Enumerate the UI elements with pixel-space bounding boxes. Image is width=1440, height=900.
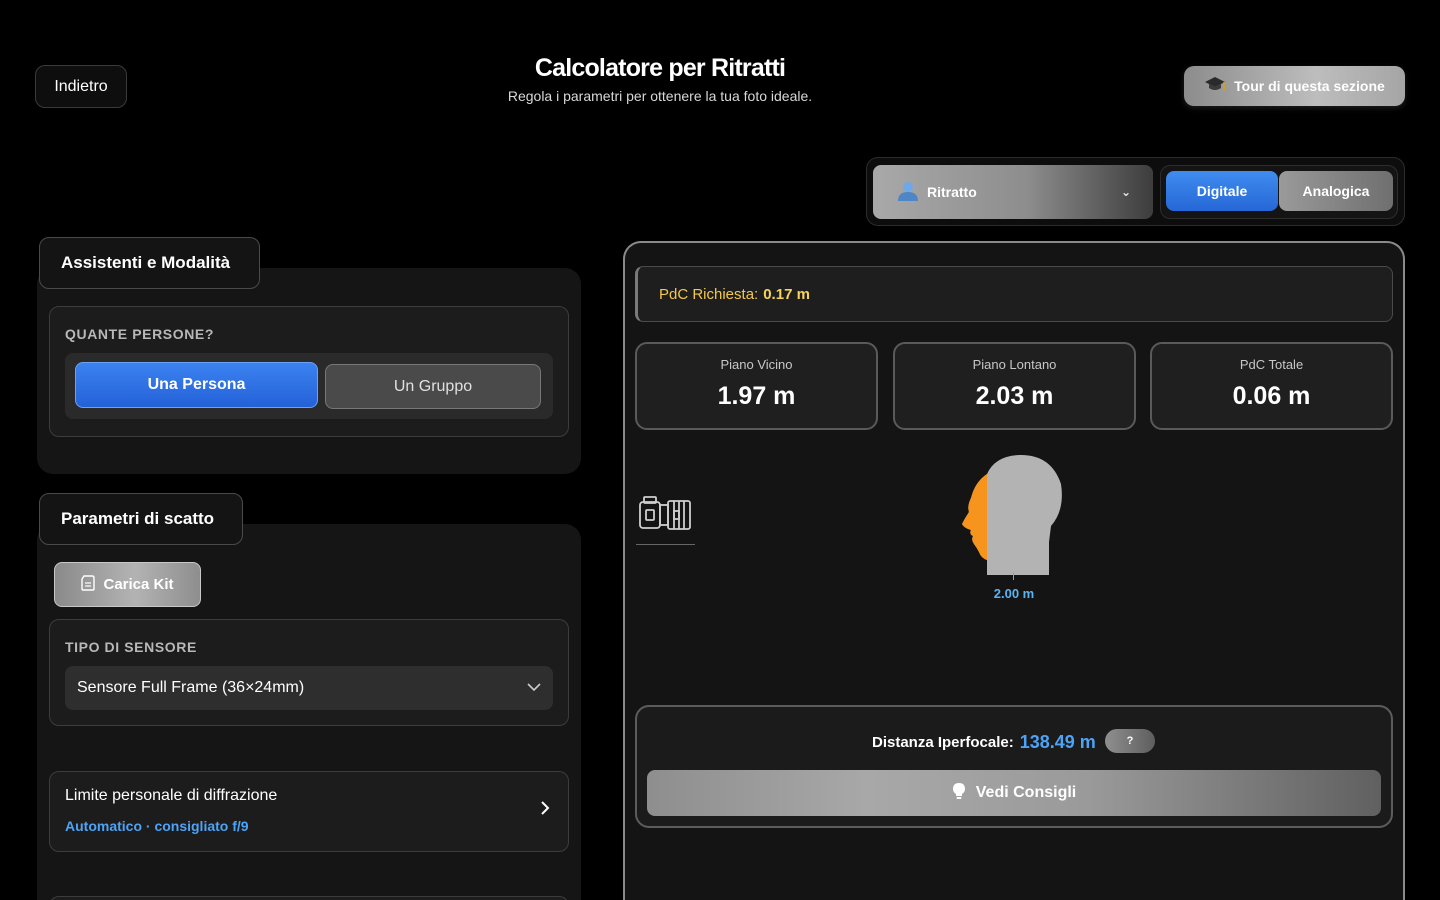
hyperfocal-row: Distanza Iperfocale: 138.49 m bbox=[872, 732, 1096, 753]
sensor-title: TIPO DI SENSORE bbox=[65, 639, 197, 655]
tour-button-label: Tour di questa sezione bbox=[1234, 78, 1385, 94]
near-plane-label: Piano Vicino bbox=[720, 357, 793, 372]
page-title: Calcolatore per Ritratti bbox=[534, 54, 786, 82]
load-kit-button[interactable]: Carica Kit bbox=[54, 562, 201, 607]
memory-card-icon bbox=[81, 574, 96, 595]
hyperfocal-help-button[interactable]: ? bbox=[1105, 729, 1155, 753]
diffraction-limit-row[interactable] bbox=[49, 771, 569, 852]
dof-required-banner: PdC Richiesta: 0.17 m bbox=[635, 266, 1393, 322]
option-group[interactable]: Un Gruppo bbox=[325, 364, 541, 409]
load-kit-label: Carica Kit bbox=[103, 576, 174, 593]
page-subtitle: Regola i parametri per ottenere la tua f… bbox=[507, 88, 813, 104]
mode-select-value: Ritratto bbox=[927, 184, 977, 200]
graduation-cap-icon bbox=[1204, 75, 1226, 98]
total-dof-card: PdC Totale 0.06 m bbox=[1150, 342, 1393, 430]
segment-digital[interactable]: Digitale bbox=[1166, 171, 1278, 211]
view-tips-label: Vedi Consigli bbox=[975, 784, 1077, 801]
segment-analog[interactable]: Analogica bbox=[1279, 171, 1393, 211]
user-icon bbox=[897, 181, 919, 204]
dof-required-label: PdC Richiesta: bbox=[659, 285, 759, 303]
far-plane-value: 2.03 m bbox=[975, 382, 1054, 410]
diffraction-subtitle: Automatico · consigliato f/9 bbox=[65, 818, 249, 834]
view-tips-button[interactable]: Vedi Consigli bbox=[647, 770, 1381, 816]
subject-distance-label: 2.00 m bbox=[993, 586, 1035, 601]
option-one-person[interactable]: Una Persona bbox=[75, 362, 318, 408]
back-button[interactable]: Indietro bbox=[35, 65, 127, 108]
persons-title: QUANTE PERSONE? bbox=[65, 326, 215, 342]
parameters-section-label: Parametri di scatto bbox=[39, 493, 243, 545]
hyperfocal-label: Distanza Iperfocale: bbox=[872, 734, 1014, 751]
chevron-down-icon: ⌄ bbox=[1120, 185, 1131, 199]
tour-button[interactable]: Tour di questa sezione bbox=[1184, 66, 1405, 106]
assistants-section-label: Assistenti e Modalità bbox=[39, 237, 260, 289]
dof-required-value: 0.17 m bbox=[763, 285, 810, 303]
chevron-right-icon bbox=[540, 799, 550, 822]
sensor-select[interactable]: Sensore Full Frame (36×24mm) bbox=[65, 666, 553, 710]
head-silhouette-icon bbox=[955, 452, 1067, 578]
camera-icon bbox=[638, 494, 692, 534]
diffraction-title: Limite personale di diffrazione bbox=[65, 787, 278, 804]
next-parameter-card bbox=[49, 896, 569, 900]
mode-select[interactable]: Ritratto ⌄ bbox=[873, 165, 1153, 219]
total-dof-value: 0.06 m bbox=[1232, 382, 1311, 410]
camera-baseline bbox=[636, 544, 695, 545]
hyperfocal-value: 138.49 m bbox=[1019, 732, 1096, 752]
sensor-select-value: Sensore Full Frame (36×24mm) bbox=[77, 679, 305, 696]
near-plane-value: 1.97 m bbox=[717, 382, 796, 410]
near-plane-card: Piano Vicino 1.97 m bbox=[635, 342, 878, 430]
far-plane-card: Piano Lontano 2.03 m bbox=[893, 342, 1136, 430]
total-dof-label: PdC Totale bbox=[1239, 357, 1304, 372]
focus-distance-marker bbox=[1013, 572, 1014, 580]
far-plane-label: Piano Lontano bbox=[972, 357, 1057, 372]
chevron-down-icon bbox=[527, 679, 541, 697]
lightbulb-icon bbox=[952, 782, 966, 805]
